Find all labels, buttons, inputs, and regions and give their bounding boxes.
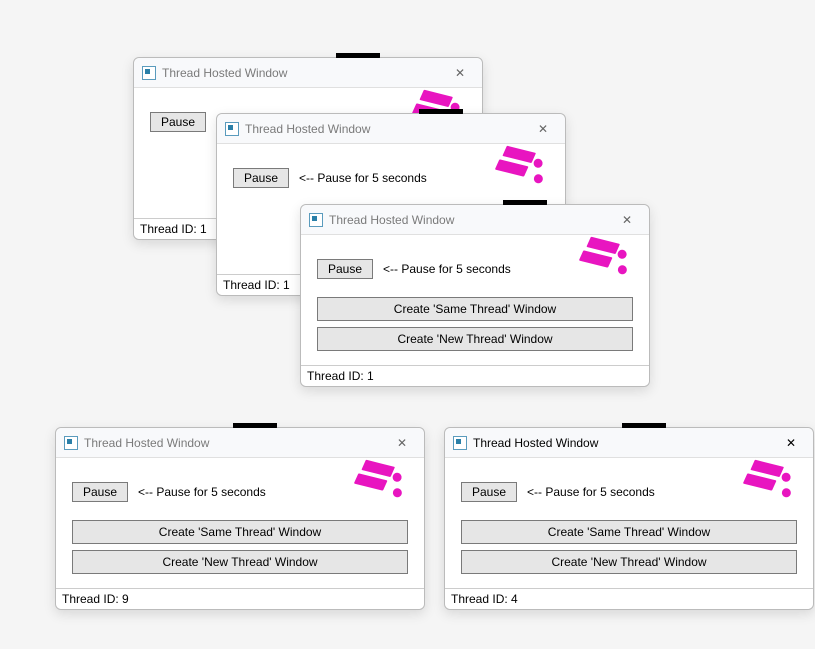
app-icon	[64, 436, 78, 450]
thread-id-value: 1	[367, 369, 374, 383]
window: Thread Hosted Window ✕ Pause <-- Pause f…	[55, 427, 425, 610]
pause-button[interactable]: Pause	[233, 168, 289, 188]
pause-button[interactable]: Pause	[72, 482, 128, 502]
pause-hint: <-- Pause for 5 seconds	[383, 262, 511, 276]
create-new-thread-button[interactable]: Create 'New Thread' Window	[72, 550, 408, 574]
thread-id-value: 1	[283, 278, 290, 292]
app-icon	[453, 436, 467, 450]
thread-id-prefix: Thread ID:	[62, 592, 122, 606]
create-new-thread-button[interactable]: Create 'New Thread' Window	[461, 550, 797, 574]
title-bar[interactable]: Thread Hosted Window ✕	[301, 205, 649, 235]
close-icon[interactable]: ✕	[388, 433, 416, 453]
app-icon	[142, 66, 156, 80]
close-icon[interactable]: ✕	[446, 63, 474, 83]
thread-id-value: 1	[200, 222, 207, 236]
title-bar[interactable]: Thread Hosted Window ✕	[134, 58, 482, 88]
thread-id-prefix: Thread ID:	[223, 278, 283, 292]
thread-id-prefix: Thread ID:	[451, 592, 511, 606]
title-bar[interactable]: Thread Hosted Window ✕	[56, 428, 424, 458]
pause-button[interactable]: Pause	[317, 259, 373, 279]
thread-id-prefix: Thread ID:	[307, 369, 367, 383]
status-bar: Thread ID: 9	[56, 588, 424, 609]
close-icon[interactable]: ✕	[613, 210, 641, 230]
app-icon	[225, 122, 239, 136]
window-body: Pause <-- Pause for 5 seconds Create 'Sa…	[301, 235, 649, 365]
window-title: Thread Hosted Window	[245, 122, 529, 136]
create-new-thread-button[interactable]: Create 'New Thread' Window	[317, 327, 633, 351]
pause-button[interactable]: Pause	[150, 112, 206, 132]
create-same-thread-button[interactable]: Create 'Same Thread' Window	[461, 520, 797, 544]
close-icon[interactable]: ✕	[777, 433, 805, 453]
thread-id-prefix: Thread ID:	[140, 222, 200, 236]
window-title: Thread Hosted Window	[329, 213, 613, 227]
window-title: Thread Hosted Window	[162, 66, 446, 80]
title-bar[interactable]: Thread Hosted Window ✕	[217, 114, 565, 144]
close-icon[interactable]: ✕	[529, 119, 557, 139]
window-title: Thread Hosted Window	[473, 436, 777, 450]
window: Thread Hosted Window ✕ Pause <-- Pause f…	[444, 427, 814, 610]
create-same-thread-button[interactable]: Create 'Same Thread' Window	[317, 297, 633, 321]
status-bar: Thread ID: 1	[301, 365, 649, 386]
status-bar: Thread ID: 4	[445, 588, 813, 609]
window-body: Pause <-- Pause for 5 seconds Create 'Sa…	[445, 458, 813, 588]
app-icon	[309, 213, 323, 227]
pause-button[interactable]: Pause	[461, 482, 517, 502]
title-bar[interactable]: Thread Hosted Window ✕	[445, 428, 813, 458]
pause-hint: <-- Pause for 5 seconds	[527, 485, 655, 499]
window-title: Thread Hosted Window	[84, 436, 388, 450]
window: Thread Hosted Window ✕ Pause <-- Pause f…	[300, 204, 650, 387]
pause-hint: <-- Pause for 5 seconds	[299, 171, 427, 185]
window-body: Pause <-- Pause for 5 seconds Create 'Sa…	[56, 458, 424, 588]
thread-id-value: 4	[511, 592, 518, 606]
thread-id-value: 9	[122, 592, 129, 606]
pause-hint: <-- Pause for 5 seconds	[138, 485, 266, 499]
create-same-thread-button[interactable]: Create 'Same Thread' Window	[72, 520, 408, 544]
